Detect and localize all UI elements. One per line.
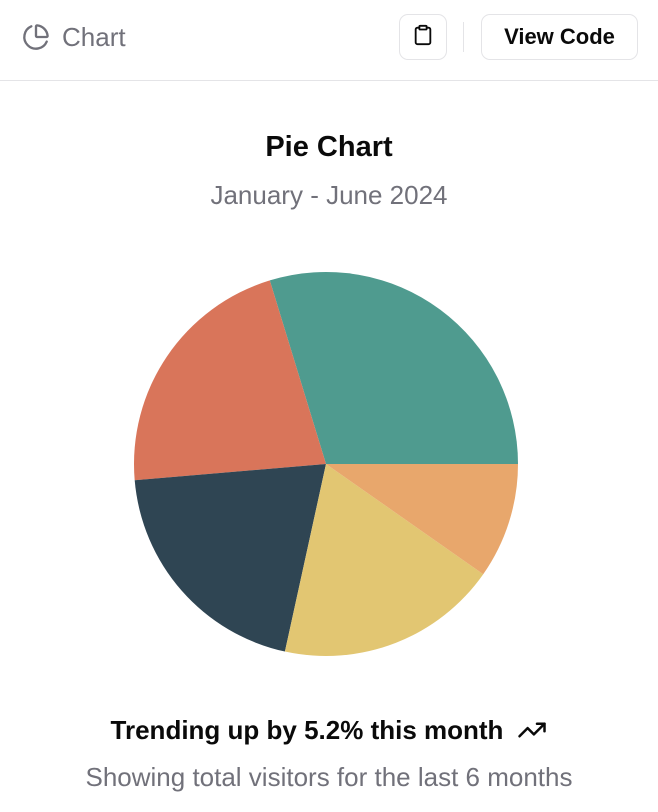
header-title-group: Chart [22,22,126,52]
copy-button[interactable] [399,14,447,60]
trending-up-icon [517,715,547,745]
clipboard-icon [412,24,434,51]
trend-text: Trending up by 5.2% this month [110,715,504,745]
card-subtitle: January - June 2024 [210,180,448,210]
pie-chart [134,271,518,656]
card-title: Pie Chart [265,131,393,163]
trend-row: Trending up by 5.2% this month [0,712,658,748]
view-code-button[interactable]: View Code [481,14,638,60]
footer-description: Showing total visitors for the last 6 mo… [85,762,573,792]
pie-chart-icon [22,23,50,51]
header-title: Chart [62,22,126,52]
chart-header: Chart View Code [0,0,658,81]
header-divider [463,22,464,52]
